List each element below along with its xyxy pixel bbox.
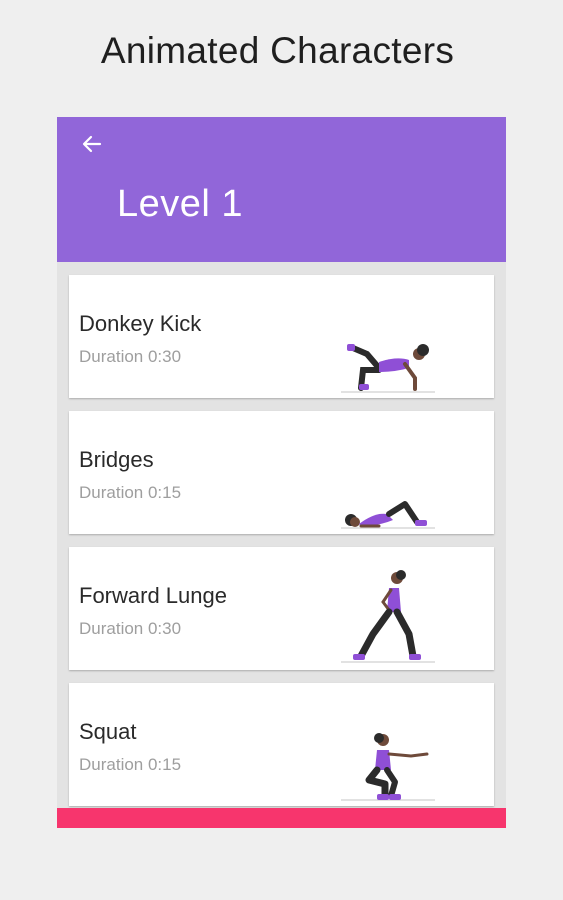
exercise-name: Forward Lunge xyxy=(79,583,227,608)
app-screen: Level 1 Donkey Kick Duration 0:30 Bridge… xyxy=(57,117,506,828)
page-title: Level 1 xyxy=(117,183,244,225)
forward-lunge-figure-icon xyxy=(341,570,435,663)
exercise-duration: Duration 0:30 xyxy=(79,619,182,638)
exercise-name: Squat xyxy=(79,719,137,744)
exercise-name: Donkey Kick xyxy=(79,311,202,336)
squat-figure-icon xyxy=(341,733,435,801)
exercise-card-squat[interactable]: Squat Duration 0:15 xyxy=(69,683,494,806)
exercise-card-bridges[interactable]: Bridges Duration 0:15 xyxy=(69,411,494,534)
exercise-duration: Duration 0:30 xyxy=(79,347,182,366)
back-button[interactable] xyxy=(77,129,107,159)
donkey-kick-figure-icon xyxy=(341,344,435,393)
bridges-figure-icon xyxy=(341,501,435,529)
exercise-duration: Duration 0:15 xyxy=(79,483,182,502)
app-bar: Level 1 xyxy=(57,117,506,262)
arrow-left-icon xyxy=(82,135,102,153)
exercise-card-donkey-kick[interactable]: Donkey Kick Duration 0:30 xyxy=(69,275,494,398)
exercise-list: Donkey Kick Duration 0:30 Bridges Durati… xyxy=(69,275,494,819)
exercise-duration: Duration 0:15 xyxy=(79,755,182,774)
promo-title: Animated Characters xyxy=(100,30,455,71)
exercise-name: Bridges xyxy=(79,447,154,472)
bottom-accent-bar xyxy=(57,808,506,828)
exercise-card-forward-lunge[interactable]: Forward Lunge Duration 0:30 xyxy=(69,547,494,670)
